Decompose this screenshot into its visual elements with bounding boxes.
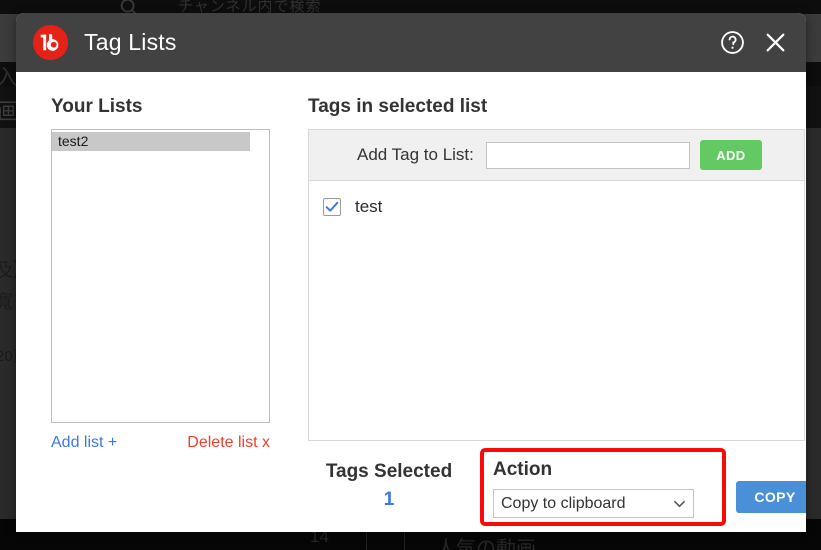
tag-lists-dialog: Tag Lists Your Lists test2 Add list + De…: [16, 13, 806, 532]
add-tag-label: Add Tag to List:: [357, 145, 474, 164]
lists-listbox[interactable]: test2: [51, 129, 270, 423]
help-circle-icon[interactable]: [720, 30, 745, 55]
action-highlight-box: Action Copy to clipboard: [480, 448, 726, 526]
tag-list: test: [309, 181, 804, 219]
delete-list-link[interactable]: Delete list x: [187, 434, 270, 452]
tags-selected-label: Tags Selected: [325, 461, 453, 482]
tags-selected-block: Tags Selected 1: [308, 461, 470, 511]
add-list-link[interactable]: Add list +: [51, 434, 117, 452]
chevron-down-icon: [673, 497, 686, 510]
action-label: Action: [493, 459, 553, 480]
add-tag-button[interactable]: ADD: [699, 140, 762, 170]
tag-label: test: [355, 197, 383, 216]
dialog-header-actions: [720, 30, 788, 55]
list-item[interactable]: test2: [52, 132, 250, 151]
dialog-title: Tag Lists: [84, 29, 177, 55]
tag-row[interactable]: test: [323, 195, 804, 219]
tags-panel: Add Tag to List: ADD test: [308, 129, 805, 441]
close-icon[interactable]: [763, 30, 788, 55]
add-tag-bar: Add Tag to List: ADD: [309, 130, 804, 181]
dialog-header: Tag Lists: [16, 13, 806, 72]
background-topbar: チャンネル内で検索: [0, 0, 821, 16]
dialog-footer: Tags Selected 1 Action Copy to clipboard: [308, 448, 806, 532]
your-lists-title: Your Lists: [51, 96, 143, 117]
tubebuddy-logo-icon: [33, 25, 68, 60]
copy-button[interactable]: COPY: [736, 481, 806, 513]
tags-in-selected-list-title: Tags in selected list: [308, 96, 488, 117]
background-bottom-text: 人気の動画: [436, 538, 536, 550]
tag-checkbox[interactable]: [323, 198, 341, 216]
dialog-body: Your Lists test2 Add list + Delete list …: [16, 72, 806, 532]
page-root: チャンネル内で検索 入丿 画 及） 寬 ( 20日 14 人気の動画 Tag L…: [0, 0, 821, 550]
action-select[interactable]: Copy to clipboard: [493, 489, 694, 518]
tags-selected-count: 1: [383, 489, 395, 510]
action-select-value: Copy to clipboard: [501, 494, 626, 512]
add-tag-input[interactable]: [485, 141, 690, 169]
list-actions: Add list + Delete list x: [51, 434, 270, 452]
